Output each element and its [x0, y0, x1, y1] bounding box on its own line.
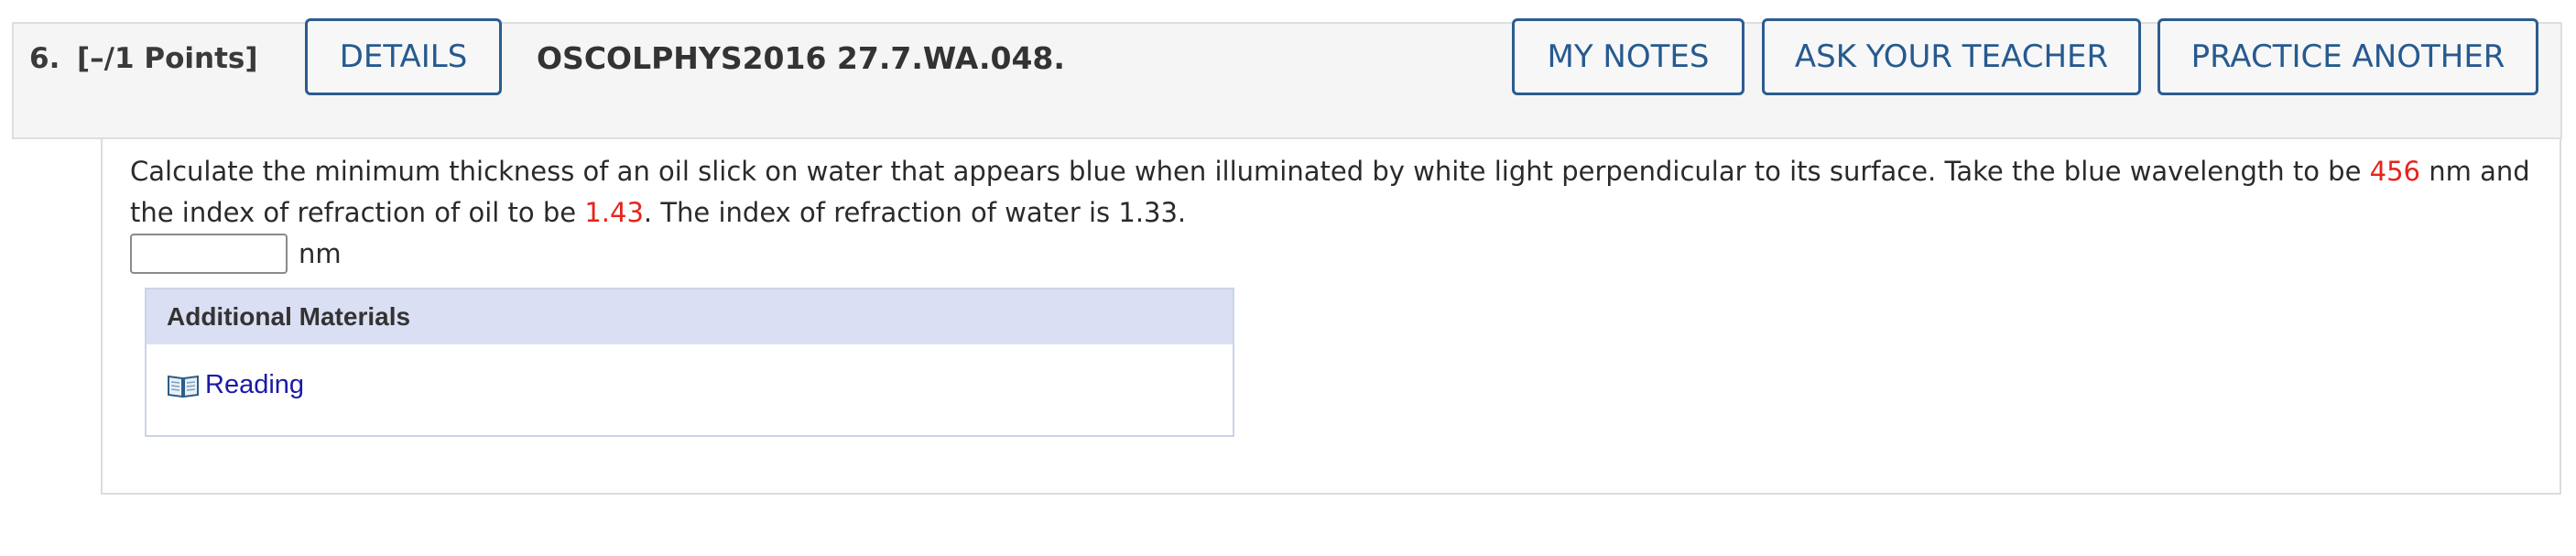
question-text-part1: Calculate the minimum thickness of an oi…: [130, 156, 2370, 187]
ask-your-teacher-button[interactable]: ASK YOUR TEACHER: [1762, 18, 2141, 95]
question-points: [–/1 Points]: [77, 42, 258, 75]
question-code: OSCOLPHYS2016 27.7.WA.048.: [537, 40, 1065, 76]
answer-row: nm: [130, 234, 342, 274]
additional-materials-panel: Additional Materials Reading: [145, 288, 1234, 437]
question-text: Calculate the minimum thickness of an oi…: [130, 151, 2548, 234]
question-number: 6.: [29, 42, 60, 75]
oil-index-value: 1.43: [584, 197, 644, 228]
answer-unit: nm: [299, 238, 342, 269]
my-notes-button[interactable]: MY NOTES: [1512, 18, 1745, 95]
additional-materials-heading: Additional Materials: [147, 289, 1233, 344]
reading-link-label: Reading: [205, 370, 305, 399]
answer-input[interactable]: [130, 234, 288, 274]
details-button[interactable]: DETAILS: [305, 18, 502, 95]
practice-another-button[interactable]: PRACTICE ANOTHER: [2158, 18, 2538, 95]
reading-link[interactable]: Reading: [167, 370, 304, 400]
question-text-part3: . The index of refraction of water is 1.…: [643, 197, 1187, 228]
book-icon: [168, 375, 199, 398]
wavelength-value: 456: [2369, 156, 2421, 187]
